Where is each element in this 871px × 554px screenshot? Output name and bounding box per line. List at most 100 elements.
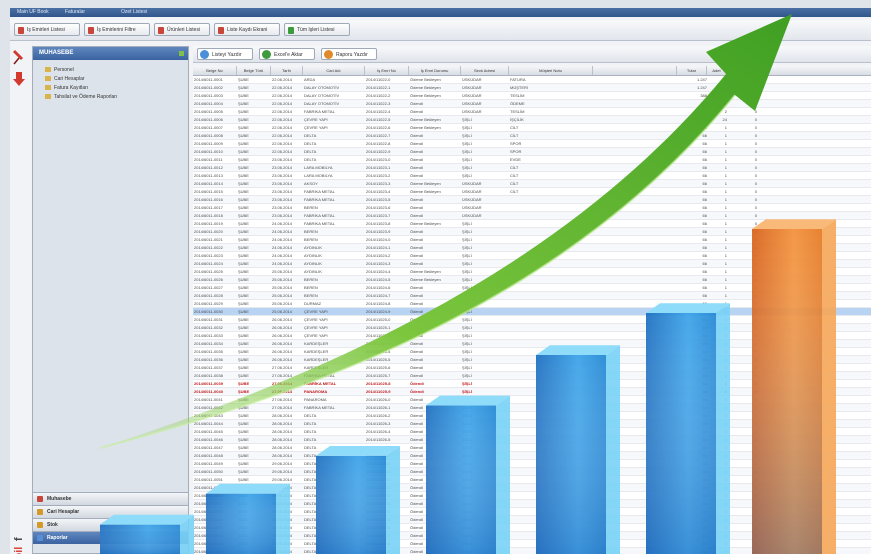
table-row[interactable]: 2014/6011-0036 ŞUBE 26.06.2014 KARDEŞLER 201… [193, 356, 871, 364]
table-row[interactable]: 2014/6011-0035 ŞUBE 26.06.2014 KARDEŞLER 201… [193, 348, 871, 356]
table-row[interactable]: 2014/6011-0046 ŞUBE 28.06.2014 DELTA 2014/11… [193, 436, 871, 444]
column-header[interactable]: Tarih [271, 66, 303, 75]
export-excel-button[interactable]: Excel'e Aktar [259, 48, 315, 60]
table-row[interactable]: 2014/6011-0026 ŞUBE 25.06.2014 BEREN 2014/11… [193, 276, 871, 284]
table-row[interactable]: 2014/6011-0052 ŞUBE 29.06.2014 DELTA 2014/11… [193, 484, 871, 492]
table-row[interactable]: 2014/6011-0041 ŞUBE 27.06.2014 PANAROMA 2014… [193, 396, 871, 404]
table-row[interactable]: 2014/6011-0022 ŞUBE 24.06.2014 AYDINLIK 2014… [193, 244, 871, 252]
column-header[interactable]: Tutar [677, 66, 707, 75]
table-row[interactable]: 2014/6011-0028 ŞUBE 25.06.2014 BEREN 2014/11… [193, 292, 871, 300]
table-row[interactable]: 2014/6011-0049 ŞUBE 29.06.2014 DELTA 2014/11… [193, 460, 871, 468]
all-jobs-list-button[interactable]: Tüm Işleri Listesi [284, 23, 350, 36]
column-header[interactable] [593, 66, 677, 75]
table-cell: 1 [724, 301, 727, 306]
table-row[interactable]: 2014/6011-0042 ŞUBE 27.06.2014 FABRİKA META… [193, 404, 871, 412]
column-header[interactable]: İş Emri Durumu [409, 66, 461, 75]
column-header[interactable]: Sevk Adresi [461, 66, 509, 75]
list-record-button[interactable]: Liste Kaydı Ekrani [214, 23, 280, 36]
table-row[interactable]: 2014/6011-0034 ŞUBE 26.06.2014 KARDEŞLER 201… [193, 340, 871, 348]
table-row[interactable]: 2014/6011-0013 ŞUBE 23.06.2014 LARA MOBİLYA… [193, 172, 871, 180]
table-row[interactable]: 2014/6011-0050 ŞUBE 29.06.2014 DELTA 2014/11… [193, 468, 871, 476]
table-row[interactable]: 2014/6011-0056 ŞUBE 30.06.2014 DELTA 2014/11… [193, 516, 871, 524]
table-row[interactable]: 2014/6011-0018 ŞUBE 23.06.2014 FABRİKA META… [193, 212, 871, 220]
table-row[interactable]: 2014/6011-0017 ŞUBE 23.06.2014 BEREN 2014/11… [193, 204, 871, 212]
table-row[interactable]: 2014/6011-0019 ŞUBE 24.06.2014 FABRİKA META… [193, 220, 871, 228]
table-row[interactable]: 2014/6011-0011 ŞUBE 23.06.2014 DELTA 2014/11… [193, 156, 871, 164]
table-row[interactable]: 2014/6011-0006 ŞUBE 22.06.2014 ÇEVRE YAPI 20… [193, 116, 871, 124]
table-row[interactable]: 2014/6011-0040 ŞUBE 27.06.2014 PANAROMA 2014… [193, 388, 871, 396]
table-row[interactable]: 2014/6011-0039 ŞUBE 27.06.2014 FABRİKA META… [193, 380, 871, 388]
table-row[interactable]: 2014/6011-0055 ŞUBE 30.06.2014 DELTA 2014/11… [193, 508, 871, 516]
table-row[interactable]: 2014/6011-0009 ŞUBE 22.06.2014 DELTA 2014/11… [193, 140, 871, 148]
table-cell [593, 252, 677, 260]
sidebar-section-accounts[interactable]: Cari Hesaplar [33, 505, 188, 518]
column-header[interactable]: Müşteri Notu [509, 66, 593, 75]
table-cell: 2014/6011-0034 [194, 341, 223, 346]
column-header[interactable]: İş Emri No [365, 66, 409, 75]
tree-item-accounts[interactable]: Cari Hesaplar [45, 75, 85, 83]
print-list-button[interactable]: Listeyi Yazdır [197, 48, 253, 60]
work-orders-list-button[interactable]: Iş Emirleri Listesi [14, 23, 80, 36]
tree-item-reports[interactable]: Tahsilat ve Ödeme Raporları [45, 93, 117, 101]
table-row[interactable]: 2014/6011-0047 ŞUBE 28.06.2014 DELTA 2014/11… [193, 444, 871, 452]
table-row[interactable]: 2014/6011-0007 ŞUBE 22.06.2014 ÇEVRE YAPI 20… [193, 124, 871, 132]
print-report-button[interactable]: Raporu Yazdır [321, 48, 377, 60]
sidebar-section-reports[interactable]: Raporlar [33, 531, 188, 544]
table-row[interactable]: 2014/6011-0016 ŞUBE 23.06.2014 FABRİKA META… [193, 196, 871, 204]
table-row[interactable]: 2014/6011-0038 ŞUBE 27.06.2014 FABRİKA META… [193, 372, 871, 380]
table-cell: 2014/11025-0 [366, 317, 391, 322]
table-cell: 0 [754, 293, 757, 298]
pin-icon[interactable] [13, 50, 23, 65]
table-row[interactable]: 2014/6011-0027 ŞUBE 25.06.2014 BEREN 2014/11… [193, 284, 871, 292]
sidebar-section-stock[interactable]: Stok [33, 518, 188, 531]
window-tab-2[interactable]: Faturalar [62, 9, 88, 16]
table-row[interactable]: 2014/6011-0053 ŞUBE 29.06.2014 DELTA 2014/11… [193, 492, 871, 500]
table-row[interactable]: 2014/6011-0060 ŞUBE 30.06.2014 DELTA 2014/11… [193, 548, 871, 554]
table-row[interactable]: 2014/6011-0031 ŞUBE 26.06.2014 ÇEVRE YAPI 20… [193, 316, 871, 324]
arrow-down-icon[interactable] [13, 72, 25, 86]
products-list-button[interactable]: Ürünleri Listesi [154, 23, 210, 36]
table-row[interactable]: 2014/6011-0051 ŞUBE 29.06.2014 DELTA 2014/11… [193, 476, 871, 484]
table-row[interactable]: 2014/6011-0021 ŞUBE 24.06.2014 BEREN 2014/11… [193, 236, 871, 244]
table-row[interactable]: 2014/6011-0010 ŞUBE 22.06.2014 DELTA 2014/11… [193, 148, 871, 156]
table-row[interactable]: 2014/6011-0043 ŞUBE 28.06.2014 DELTA 2014/11… [193, 412, 871, 420]
column-header[interactable]: Belge No [193, 66, 237, 75]
table-row[interactable]: 2014/6011-0032 ŞUBE 26.06.2014 ÇEVRE YAPI 20… [193, 324, 871, 332]
table-row[interactable]: 2014/6011-0033 ŞUBE 26.06.2014 ÇEVRE YAPI 20… [193, 332, 871, 340]
table-row[interactable]: 2014/6011-0015 ŞUBE 23.06.2014 FABRİKA META… [193, 188, 871, 196]
table-row[interactable]: 2014/6011-0001 ŞUBE 22.06.2014 ARDA 2014/110… [193, 76, 871, 84]
table-row[interactable]: 2014/6011-0045 ŞUBE 28.06.2014 DELTA 2014/11… [193, 428, 871, 436]
table-row[interactable]: 2014/6011-0004 ŞUBE 22.06.2014 DALAY OTOMOT… [193, 100, 871, 108]
table-row[interactable]: 2014/6011-0030 ŞUBE 25.06.2014 ÇEVRE YAPI 20… [193, 308, 871, 316]
column-header[interactable]: Belge Türü [237, 66, 271, 75]
sidebar-section-accounting[interactable]: Muhasebe [33, 492, 188, 505]
table-row[interactable]: 2014/6011-0037 ŞUBE 27.06.2014 KARDEŞLER 201… [193, 364, 871, 372]
column-header[interactable]: Toplam [727, 66, 757, 75]
table-row[interactable]: 2014/6011-0057 ŞUBE 30.06.2014 DELTA 2014/11… [193, 524, 871, 532]
table-row[interactable]: 2014/6011-0012 ŞUBE 23.06.2014 LARA MOBİLYA… [193, 164, 871, 172]
tree-item-invoices[interactable]: Fatura Kayıtları [45, 84, 88, 92]
table-row[interactable]: 2014/6011-0023 ŞUBE 24.06.2014 AYDINLIK 2014… [193, 252, 871, 260]
table-row[interactable]: 2014/6011-0048 ŞUBE 28.06.2014 DELTA 2014/11… [193, 452, 871, 460]
window-tab-3[interactable]: Ozet Listesi [118, 9, 150, 16]
pin-icon[interactable] [178, 50, 185, 57]
column-header[interactable]: Cari Adı [303, 66, 365, 75]
table-row[interactable]: 2014/6011-0054 ŞUBE 29.06.2014 DELTA 2014/11… [193, 500, 871, 508]
table-row[interactable]: 2014/6011-0059 ŞUBE 30.06.2014 DELTA 2014/11… [193, 540, 871, 548]
table-row[interactable]: 2014/6011-0002 ŞUBE 22.06.2014 DALAY OTOMOT… [193, 84, 871, 92]
table-row[interactable]: 2014/6011-0014 ŞUBE 23.06.2014 AKSOY 2014/11… [193, 180, 871, 188]
table-row[interactable]: 2014/6011-0058 ŞUBE 30.06.2014 DELTA 2014/11… [193, 532, 871, 540]
table-row[interactable]: 2014/6011-0029 ŞUBE 25.06.2014 DURMAZ 2014/1… [193, 300, 871, 308]
work-orders-filter-button[interactable]: İş Emirlerini Filtre [84, 23, 150, 36]
table-row[interactable]: 2014/6011-0008 ŞUBE 22.06.2014 DELTA 2014/11… [193, 132, 871, 140]
table-row[interactable]: 2014/6011-0005 ŞUBE 22.06.2014 FABRİKA META… [193, 108, 871, 116]
table-row[interactable]: 2014/6011-0003 ŞUBE 22.06.2014 DALAY OTOMOT… [193, 92, 871, 100]
table-cell: ŞİŞLİ [462, 261, 472, 266]
window-tab-1[interactable]: Main UF Book [14, 9, 52, 16]
table-row[interactable]: 2014/6011-0020 ŞUBE 24.06.2014 BEREN 2014/11… [193, 228, 871, 236]
column-header[interactable]: Adet [707, 66, 727, 75]
table-row[interactable]: 2014/6011-0024 ŞUBE 24.06.2014 AYDINLIK 2014… [193, 260, 871, 268]
table-row[interactable]: 2014/6011-0025 ŞUBE 25.06.2014 AYDINLIK 2014… [193, 268, 871, 276]
table-row[interactable]: 2014/6011-0044 ŞUBE 28.06.2014 DELTA 2014/11… [193, 420, 871, 428]
tree-item-personnel[interactable]: Personel [45, 66, 74, 74]
